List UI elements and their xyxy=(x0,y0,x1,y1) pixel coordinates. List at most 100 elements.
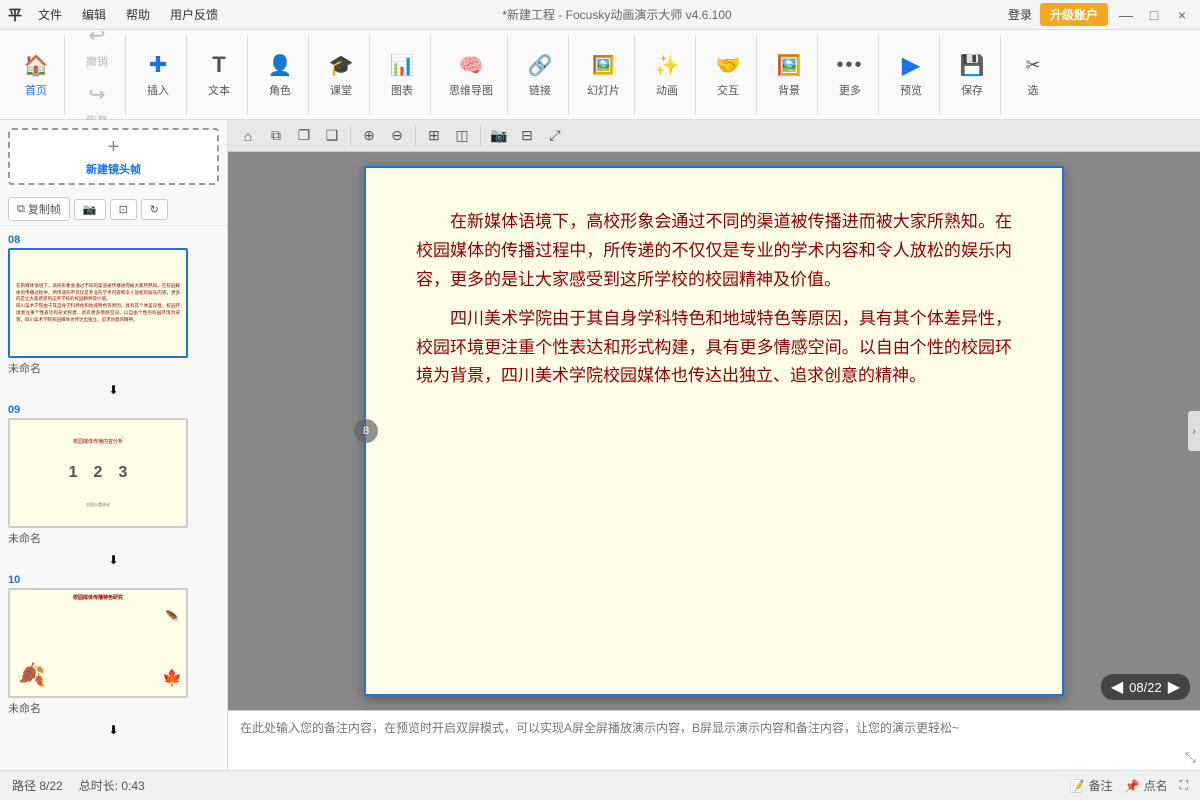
right-panel-toggle-button[interactable]: › xyxy=(1188,411,1200,451)
toolbar-background-label: 背景 xyxy=(778,82,800,98)
link-icon: 🔗 xyxy=(526,51,554,79)
slide-divider-2: ⬇ xyxy=(0,550,227,570)
canvas-divider-2 xyxy=(415,126,416,146)
canvas-expand-button[interactable]: ⤢ xyxy=(543,124,567,148)
toolbar-group-character: 👤 角色 xyxy=(252,35,309,115)
toolbar-animation-button[interactable]: ✨ 动画 xyxy=(645,47,689,102)
slide-divider-3: ⬇ xyxy=(0,720,227,740)
next-page-button[interactable]: ▶ xyxy=(1168,677,1180,697)
canvas-camera-button[interactable]: 📷 xyxy=(487,124,511,148)
toolbar-character-button[interactable]: 👤 角色 xyxy=(258,47,302,102)
status-path: 路径 8/22 xyxy=(12,777,63,794)
maximize-button[interactable]: □ xyxy=(1144,5,1164,25)
notes-expand-button[interactable]: ⤡ xyxy=(1185,749,1196,766)
toolbar-select-label: 选 xyxy=(1028,82,1039,98)
canvas-table-button[interactable]: ⊞ xyxy=(422,124,446,148)
slide-thumbnail-10: 校园媒体传播特色研究 🍂 🍁 🪶 xyxy=(8,588,188,698)
num-1: 1 xyxy=(69,464,78,482)
canvas-divider-1 xyxy=(350,126,351,146)
minimize-button[interactable]: — xyxy=(1116,5,1136,25)
frame-tools: ⧉ 复制帧 📷 ⊡ ↻ xyxy=(0,193,227,226)
menu-file[interactable]: 文件 xyxy=(30,4,70,25)
toolbar-group-select: ✂ 选 xyxy=(1005,35,1061,115)
point-button[interactable]: 📌 点名 xyxy=(1125,777,1168,794)
slide-paragraph-1: 在新媒体语境下，高校形象会通过不同的渠道被传播进而被大家所熟知。在校园媒体的传播… xyxy=(416,208,1012,295)
toolbar-character-label: 角色 xyxy=(269,82,291,98)
divider-icon-2: ⬇ xyxy=(108,553,118,567)
canvas-home-button[interactable]: ⌂ xyxy=(236,124,260,148)
canvas-zoomin-button[interactable]: ⊕ xyxy=(357,124,381,148)
status-bar: 路径 8/22 总时长: 0:43 📝 备注 📌 点名 ⛶ xyxy=(0,770,1200,800)
toolbar-select-button[interactable]: ✂ 选 xyxy=(1011,47,1055,102)
status-bar-right: 📝 备注 📌 点名 ⛶ xyxy=(1070,777,1188,794)
screenshot-icon: 📷 xyxy=(83,203,97,216)
toolbar-save-button[interactable]: 💾 保存 xyxy=(950,47,994,102)
prev-page-button[interactable]: ◀ xyxy=(1111,677,1123,697)
notes-input[interactable] xyxy=(228,711,1200,770)
toolbar-link-button[interactable]: 🔗 链接 xyxy=(518,47,562,102)
canvas-zoomout-button[interactable]: ⊖ xyxy=(385,124,409,148)
slide-number-09: 09 xyxy=(8,404,20,416)
leaf-deco-1: 🍂 xyxy=(18,662,45,688)
slide-item-10[interactable]: 10 校园媒体传播特色研究 🍂 🍁 🪶 未命名 xyxy=(0,570,227,720)
login-button[interactable]: 登录 xyxy=(1008,6,1032,23)
add-frame-button[interactable]: + 新建镜头帧 xyxy=(8,128,219,185)
slide-handle[interactable]: 8 xyxy=(354,419,378,443)
text-icon: T xyxy=(205,51,233,79)
toolbar-group-slideshow: 🖼️ 幻灯片 xyxy=(573,35,635,115)
toolbar-home-button[interactable]: 🏠 首页 xyxy=(14,47,58,102)
toolbar-slideshow-button[interactable]: 🖼️ 幻灯片 xyxy=(579,47,628,102)
save-icon: 💾 xyxy=(958,51,986,79)
canvas-grid-button[interactable]: ⊟ xyxy=(515,124,539,148)
menu-help[interactable]: 帮助 xyxy=(118,4,158,25)
point-icon: 📌 xyxy=(1125,779,1140,793)
home-icon: 🏠 xyxy=(22,51,50,79)
canvas-copy3-button[interactable]: ❑ xyxy=(320,124,344,148)
toolbar-group-chart: 📊 图表 xyxy=(374,35,431,115)
canvas-main[interactable]: 8 在新媒体语境下，高校形象会通过不同的渠道被传播进而被大家所熟知。在校园媒体的… xyxy=(228,152,1200,710)
toolbar-background-button[interactable]: 🖼️ 背景 xyxy=(767,47,811,102)
fullscreen-button[interactable]: ⛶ xyxy=(1180,778,1188,793)
toolbar-more-button[interactable]: ••• 更多 xyxy=(828,47,872,102)
screenshot-button[interactable]: 📷 xyxy=(74,199,106,220)
slide-item-09[interactable]: 09 校园媒体传播内容分析 1 2 3 内容分类统计 未命名 xyxy=(0,400,227,550)
toolbar-text-button[interactable]: T 文本 xyxy=(197,47,241,102)
select-icon: ✂ xyxy=(1019,51,1047,79)
leaf-deco-2: 🍁 xyxy=(162,668,182,688)
toolbar-preview-label: 预览 xyxy=(900,82,922,98)
more-icon: ••• xyxy=(836,51,864,79)
toolbar-slideshow-label: 幻灯片 xyxy=(587,82,620,98)
toolbar-chart-label: 图表 xyxy=(391,82,413,98)
canvas-copy-button[interactable]: ⧉ xyxy=(264,124,288,148)
annotate-icon: 📝 xyxy=(1070,779,1085,793)
canvas-lock-button[interactable]: ◫ xyxy=(450,124,474,148)
animation-icon: ✨ xyxy=(653,51,681,79)
annotate-button[interactable]: 📝 备注 xyxy=(1070,777,1113,794)
interact-icon: 🤝 xyxy=(714,51,742,79)
point-label: 点名 xyxy=(1144,777,1168,794)
menu-feedback[interactable]: 用户反馈 xyxy=(162,4,226,25)
copy-frame-button[interactable]: ⧉ 复制帧 xyxy=(8,197,70,221)
page-info: 08/22 xyxy=(1129,680,1162,695)
toolbar-insert-button[interactable]: ✚ 插入 xyxy=(136,47,180,102)
slide-number-10: 10 xyxy=(8,574,20,586)
toolbar-classroom-button[interactable]: 🎓 课堂 xyxy=(319,47,363,102)
toolbar-group-save: 💾 保存 xyxy=(944,35,1001,115)
toolbar-chart-button[interactable]: 📊 图表 xyxy=(380,47,424,102)
chart-icon: 📊 xyxy=(388,51,416,79)
toolbar-undo-label: 撤销 xyxy=(86,53,108,69)
fullscreen-icon: ⛶ xyxy=(1180,778,1188,793)
upgrade-button[interactable]: 升级账户 xyxy=(1040,3,1108,26)
toolbar-undo-button[interactable]: ↩ 撤销 xyxy=(75,18,119,73)
slide-divider-1: ⬇ xyxy=(0,380,227,400)
toolbar-interact-button[interactable]: 🤝 交互 xyxy=(706,47,750,102)
toolbar-preview-button[interactable]: ▶ 预览 xyxy=(889,47,933,102)
toolbar-mindmap-button[interactable]: 🧠 思维导图 xyxy=(441,47,501,102)
rotate-button[interactable]: ↻ xyxy=(141,199,168,220)
slide-08-preview-text: 在新媒体语境下，高校形象会通过不同的渠道被传播进而被大家所熟知。在校园媒体的传播… xyxy=(10,277,186,330)
slide-item-08[interactable]: 08 在新媒体语境下，高校形象会通过不同的渠道被传播进而被大家所熟知。在校园媒体… xyxy=(0,230,227,380)
slideshow-icon: 🖼️ xyxy=(590,51,618,79)
canvas-copy2-button[interactable]: ❐ xyxy=(292,124,316,148)
fit-button[interactable]: ⊡ xyxy=(110,199,137,220)
close-button[interactable]: × xyxy=(1172,5,1192,25)
